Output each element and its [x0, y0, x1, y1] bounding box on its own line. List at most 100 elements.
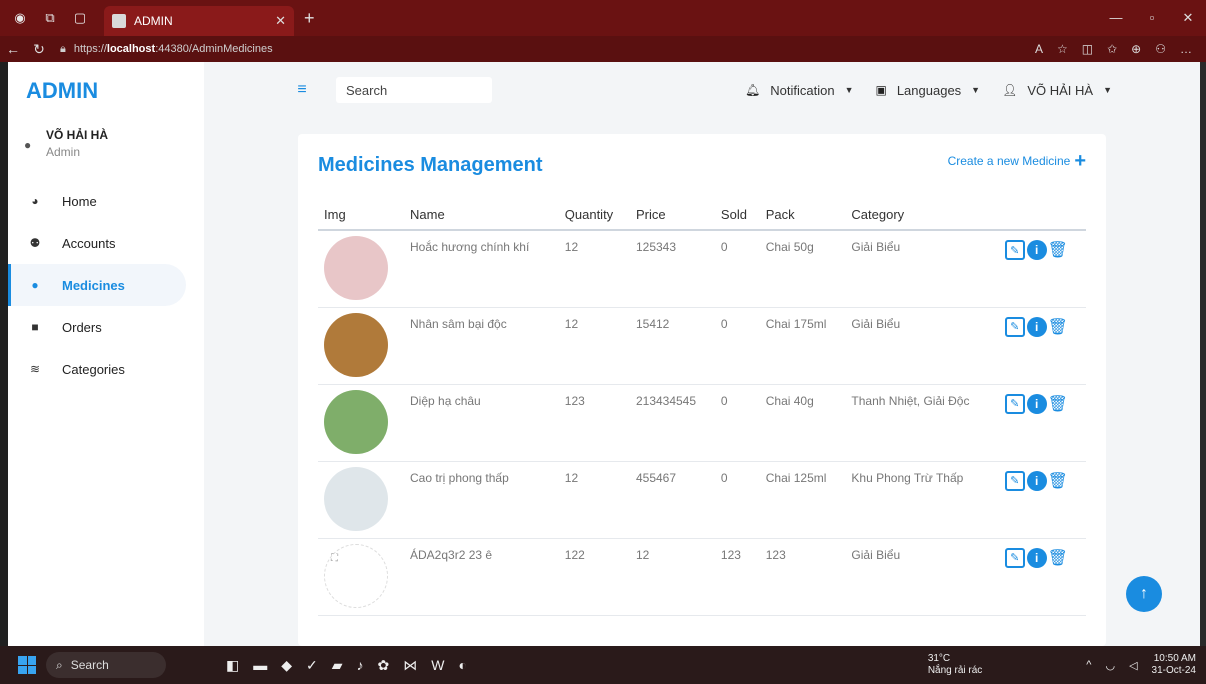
menu-toggle-icon[interactable]: ≡ [292, 80, 312, 100]
broken-image-icon: ⛶ [331, 552, 338, 564]
read-aloud-icon[interactable]: A [1035, 42, 1043, 56]
trash-icon[interactable]: 🗑︎ [1048, 394, 1068, 414]
user-label: VÕ HẢI HÀ [1027, 82, 1094, 98]
volume-icon[interactable]: ◁ [1129, 659, 1137, 672]
widgets-icon[interactable]: ◧ [226, 657, 239, 674]
close-window-icon[interactable]: ✕ [1170, 10, 1206, 26]
visual-studio-icon[interactable]: ⋈ [403, 657, 417, 674]
cell-img [318, 307, 404, 385]
favorites-list-icon[interactable]: ✩ [1107, 42, 1117, 56]
search-input[interactable] [336, 77, 492, 103]
tab-title: ADMIN [134, 14, 173, 28]
page-title: Medicines Management [318, 154, 543, 176]
minimize-icon[interactable]: — [1098, 10, 1134, 26]
clock-time: 10:50 AM [1153, 653, 1196, 664]
app-icon[interactable]: ◆ [281, 657, 292, 674]
task-view-icon[interactable]: ▬ [253, 657, 267, 674]
edit-icon[interactable]: ✎ [1004, 316, 1025, 337]
scroll-top-button[interactable]: ↑ [1126, 576, 1162, 612]
page-scrollbar[interactable] [1200, 62, 1206, 646]
medicine-thumbnail [324, 236, 388, 300]
col-sold: Sold [714, 200, 760, 231]
medicine-thumbnail [324, 312, 388, 377]
sidebar-user-name: VÕ HẢI HÀ [46, 128, 109, 142]
url-path: :44380/AdminMedicines [155, 43, 273, 55]
taskbar-search[interactable]: ⌕ Search [46, 652, 166, 678]
word-icon[interactable]: W [431, 657, 444, 674]
app-icon[interactable]: ✓ [306, 657, 318, 674]
chevron-down-icon: ▼ [971, 85, 981, 95]
edit-icon[interactable]: ✎ [1004, 470, 1025, 491]
sidebar-user: ● VÕ HẢI HÀ Admin [24, 128, 108, 159]
edge-icon[interactable]: ◐ [458, 657, 466, 674]
medicines-table: Img Name Quantity Price Sold Pack Catego… [318, 200, 1086, 616]
col-price: Price [629, 200, 715, 231]
medicine-thumbnail [324, 389, 388, 454]
close-tab-icon[interactable]: ✕ [275, 13, 286, 29]
sidebar-item-medicines[interactable]: ● Medicines [8, 264, 186, 306]
weather-widget[interactable]: 31°C Nắng rải rác [928, 653, 982, 677]
profile-icon[interactable]: ◉ [10, 8, 30, 28]
sidebar-item-home[interactable]: ◕ Home [8, 180, 204, 222]
tab-favicon-icon [112, 14, 126, 28]
back-icon[interactable]: ← [0, 41, 26, 57]
favorite-icon[interactable]: ☆ [1057, 42, 1068, 56]
cell-quantity: 12 [558, 461, 630, 539]
info-icon[interactable]: i [1026, 316, 1047, 337]
trash-icon[interactable]: 🗑︎ [1048, 240, 1068, 260]
url-field[interactable]: 🔒︎ https://localhost:44380/AdminMedicine… [60, 43, 273, 56]
notification-dropdown[interactable]: 🔔︎ Notification ▼ [745, 83, 853, 98]
lock-icon: 🔒︎ [60, 42, 66, 55]
extensions-icon[interactable]: ⚇ [1155, 42, 1166, 56]
browser-toolbar-icons: A ☆ ◫ ✩ ⊕ ⚇ … [1035, 42, 1206, 56]
layers-icon: ≋ [29, 362, 41, 376]
pills-icon: ● [31, 278, 39, 292]
windows-start-icon[interactable] [18, 656, 36, 674]
edit-icon[interactable]: ✎ [1004, 240, 1025, 260]
workspaces-icon[interactable]: ⧉ [40, 8, 60, 28]
edit-icon[interactable]: ✎ [1004, 393, 1025, 414]
address-bar: ← ↻ 🔒︎ https://localhost:44380/AdminMedi… [0, 36, 1206, 62]
browser-tab[interactable]: ADMIN ✕ [104, 6, 294, 36]
cell-sold: 0 [714, 230, 760, 308]
info-icon[interactable]: i [1026, 470, 1047, 491]
clock[interactable]: 10:50 AM 31-Oct-24 [1152, 653, 1196, 677]
brand-logo[interactable]: ADMIN [26, 78, 98, 104]
split-screen-icon[interactable]: ◫ [1082, 42, 1093, 56]
cell-actions: ✎ i 🗑︎ [998, 384, 1086, 462]
edit-icon[interactable]: ✎ [1004, 547, 1025, 568]
cell-sold: 123 [714, 538, 760, 616]
chevron-up-icon[interactable]: ^ [1086, 659, 1091, 671]
refresh-icon[interactable]: ↻ [26, 41, 52, 58]
more-icon[interactable]: … [1180, 42, 1192, 56]
trash-icon[interactable]: 🗑︎ [1048, 471, 1068, 491]
info-icon[interactable]: i [1026, 240, 1047, 260]
url-prefix: https:// [73, 43, 107, 55]
search-icon: ⌕ [56, 657, 63, 672]
new-tab-icon[interactable]: + [304, 8, 315, 29]
sidebar-item-categories[interactable]: ≋ Categories [8, 348, 204, 390]
sidebar-item-accounts[interactable]: ⚉ Accounts [8, 222, 204, 264]
restore-icon[interactable]: ▫ [1134, 10, 1170, 26]
tiktok-icon[interactable]: ♪ [357, 657, 364, 674]
top-navbar: ≡ 🔔︎ Notification ▼ ▣ Languages ▼ 👤︎ VÕ … [292, 62, 1112, 118]
info-icon[interactable]: i [1026, 393, 1047, 414]
file-explorer-icon[interactable]: ▰ [332, 657, 343, 674]
row-actions: ✎ i 🗑︎ [1004, 240, 1080, 260]
os-taskbar: ⌕ Search ◧ ▬ ◆ ✓ ▰ ♪ ✿ ⋈ W ◐ 31°C Nắng r… [0, 646, 1206, 684]
cell-actions: ✎ i 🗑︎ [998, 230, 1086, 308]
create-medicine-link[interactable]: Create a new Medicine + [948, 151, 1086, 171]
notification-label: Notification [770, 82, 835, 98]
cell-category: Giải Biểu [845, 230, 999, 308]
wifi-icon[interactable]: ◡ [1105, 659, 1115, 672]
sidebar-item-orders[interactable]: ■ Orders [8, 306, 204, 348]
languages-dropdown[interactable]: ▣ Languages ▼ [875, 83, 980, 98]
tab-actions-icon[interactable]: ▢ [70, 8, 90, 28]
collections-icon[interactable]: ⊕ [1131, 42, 1141, 56]
user-dropdown[interactable]: 👤︎ VÕ HẢI HÀ ▼ [1002, 83, 1112, 98]
app-icon[interactable]: ✿ [378, 657, 390, 674]
trash-icon[interactable]: 🗑︎ [1048, 548, 1068, 568]
cell-sold: 0 [714, 461, 760, 539]
info-icon[interactable]: i [1026, 547, 1047, 568]
trash-icon[interactable]: 🗑︎ [1048, 317, 1068, 337]
